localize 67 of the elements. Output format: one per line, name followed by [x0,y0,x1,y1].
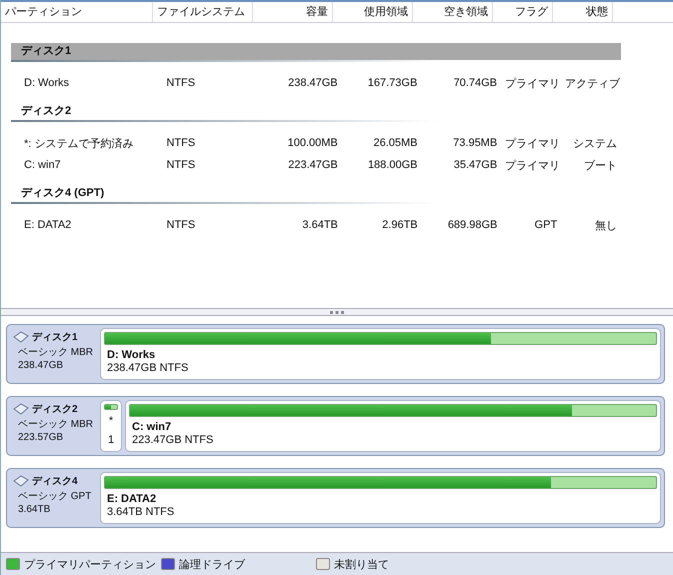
column-header[interactable]: 空き領域 [413,2,493,22]
table-cell-text: 689.98GB [446,219,498,231]
table-cell-text: 70.74GB [452,77,498,89]
table-cell-text: 無し [594,218,618,232]
disk-size: 3.64TB [17,504,52,515]
partition-label: * [108,414,114,429]
partition-block[interactable]: E: DATA2 3.64TB NTFS [100,472,661,524]
splitter-grip-icon[interactable] [330,310,344,314]
disk-type: ベーシック MBR [17,346,94,359]
disk-group-header[interactable]: ディスク4 (GPT) [11,185,621,204]
table-cell-text: 3.64TB [301,219,339,231]
table-cell-text: アクティブ [564,76,621,90]
table-cell-text: *: システムで予約済み [23,136,134,150]
disk-type: ベーシック GPT [17,490,92,503]
legend-label: プライマリパーティション [24,558,156,572]
partition-detail: 223.47GB NTFS [131,433,214,446]
table-cell-text: NTFS [165,137,196,149]
table-cell-text: 2.96TB [381,219,419,231]
disk-size: 238.47GB [17,360,64,371]
partition-label: C: win7 [131,420,172,433]
table-cell-text: 26.05MB [372,137,418,149]
table-cell-text: 238.47GB [287,77,339,89]
table-cell-text: ブート [582,158,618,172]
partition-block[interactable]: C: win7 223.47GB NTFS [125,400,661,452]
column-header[interactable]: フラグ [493,2,553,22]
column-header[interactable]: 使用領域 [333,2,413,22]
partition-block[interactable]: D: Works 238.47GB NTFS [100,328,661,380]
table-cell-text: 73.95MB [452,137,498,149]
table-cell-text: プライマリ [504,158,562,172]
table-cell-text: NTFS [165,77,196,89]
disk-type: ベーシック MBR [17,418,94,431]
table-cell-text: C: win7 [23,159,62,171]
column-header[interactable]: ファイルシステム [153,2,253,22]
table-cell-text: プライマリ [504,136,562,150]
partition-detail: 238.47GB NTFS [106,361,190,374]
disk-panel[interactable]: ディスク4 ベーシック GPT 3.64TB E: DATA2 3.64TB NTFS [6,468,665,528]
disk-size: 223.57GB [17,432,64,443]
usage-bar [104,404,118,410]
table-cell-text: 100.00MB [286,137,339,149]
table-cell-text: 35.47GB [452,159,498,171]
table-cell-text: D: Works [23,77,70,89]
disk-name: ディスク2 [32,403,78,416]
table-cell-text: 223.47GB [287,159,339,171]
partition-label: D: Works [106,348,156,361]
table-cell-text: GPT [534,219,558,231]
disk-panel[interactable]: ディスク1 ベーシック MBR 238.47GB D: Works 238.47GB NTFS [6,324,665,384]
legend-label: 論理ドライブ [179,558,245,572]
disk-panel[interactable]: ディスク2 ベーシック MBR 223.57GB * 1 C: win7 223.47GB NTFS [6,396,665,456]
partition-detail: 1 [108,433,114,448]
column-header[interactable]: 状態 [553,2,613,22]
partition-detail: 3.64TB NTFS [106,505,176,518]
table-cell-text: プライマリ [504,76,561,90]
disk-name: ディスク4 [32,475,78,488]
table-cell-text: 188.00GB [366,159,418,171]
disk-group-header[interactable]: ディスク1 [11,43,621,62]
column-header[interactable]: 容量 [253,2,333,22]
disk-name: ディスク1 [32,331,78,344]
table-cell-text: E: DATA2 [23,219,72,231]
table-cell-text: システム [572,136,618,150]
disk-group-header[interactable]: ディスク2 [11,103,621,122]
legend-label: 未割り当て [334,558,389,572]
table-cell-text: 167.73GB [366,77,418,89]
partition-block[interactable]: * 1 [100,400,122,452]
table-cell-text: NTFS [166,219,196,231]
table-cell-text: NTFS [165,159,196,171]
partition-label: E: DATA2 [106,492,158,505]
column-header[interactable]: パーティション [1,2,153,22]
